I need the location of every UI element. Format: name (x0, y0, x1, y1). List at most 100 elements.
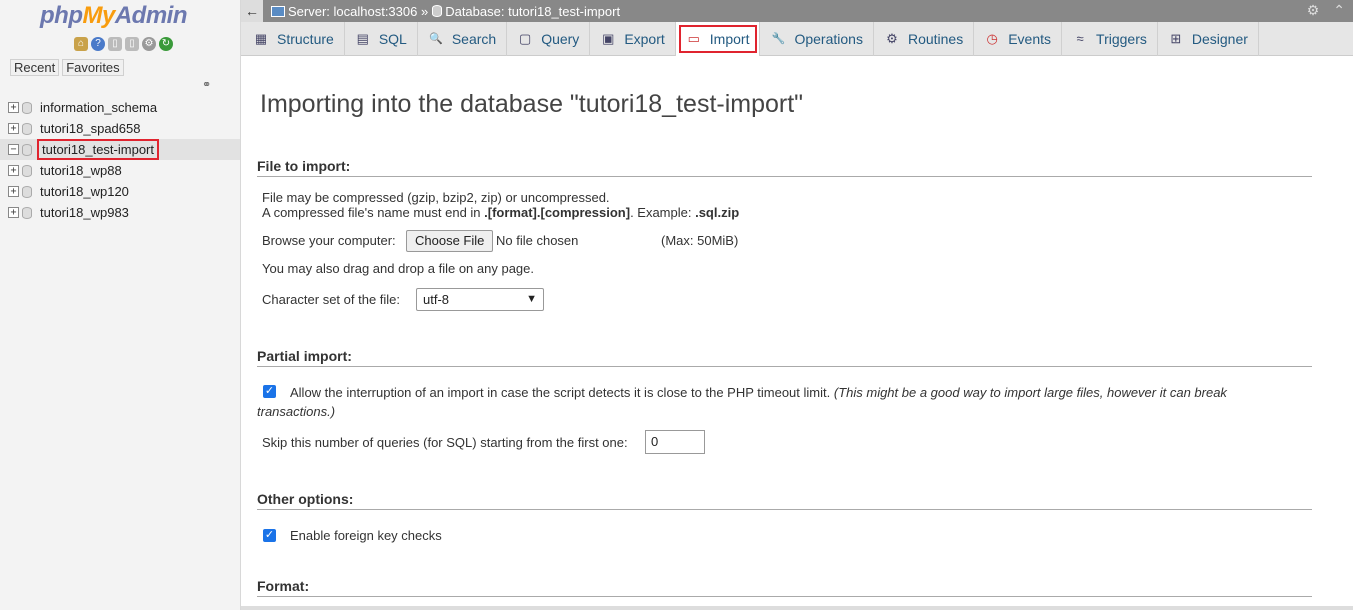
db-tree-item[interactable]: + tutori18_wp88 (8, 160, 240, 181)
clock-icon: ◷ (986, 31, 998, 46)
db-tree-label[interactable]: tutori18_spad658 (40, 121, 140, 136)
foreign-key-label: Enable foreign key checks (290, 528, 442, 543)
tab-operations[interactable]: 🔧 Operations (760, 22, 874, 56)
link-with-main-panel-icon[interactable]: ⚭ (202, 80, 216, 91)
database-icon (22, 122, 32, 135)
logout-icon[interactable]: ? (91, 37, 105, 51)
database-icon (22, 164, 32, 177)
chevron-down-icon: ▼ (526, 293, 537, 305)
tab-label: Export (624, 31, 665, 47)
page-title: Importing into the database "tutori18_te… (260, 90, 804, 118)
breadcrumb-server-label: Server: localhost:3306 » (288, 3, 429, 19)
settings-gear-icon[interactable]: ⚙ (142, 37, 156, 51)
collapse-up-icon[interactable]: ⌃ (1333, 2, 1345, 19)
database-tree: + information_schema + tutori18_spad658 … (0, 97, 240, 223)
max-size: (Max: 50MiB) (661, 233, 739, 248)
breadcrumb-database[interactable]: Database: tutori18_test-import (432, 4, 620, 19)
tab-label: Query (541, 31, 580, 47)
tab-label: Routines (907, 31, 964, 47)
db-tree-item[interactable]: + information_schema (8, 97, 240, 118)
format-heading: Format: (257, 578, 1312, 597)
search-icon: 🔍 (428, 33, 443, 45)
docs-icon[interactable]: ▯ (108, 37, 122, 51)
database-icon (22, 101, 32, 114)
expand-icon[interactable]: + (8, 102, 19, 113)
expand-icon[interactable]: + (8, 123, 19, 134)
wrench-icon: 🔧 (771, 33, 786, 45)
collapse-icon[interactable]: − (8, 144, 19, 155)
tab-label: Triggers (1096, 31, 1147, 47)
compress-info-line1: File may be compressed (gzip, bzip2, zip… (262, 190, 610, 205)
db-tree-label[interactable]: tutori18_wp88 (40, 163, 122, 178)
designer-icon: ⊞ (1170, 31, 1182, 46)
reload-icon[interactable]: ↻ (159, 37, 173, 51)
db-tree-label[interactable]: tutori18_wp120 (40, 184, 129, 199)
tab-structure[interactable]: ▦ Structure (243, 22, 345, 56)
routines-icon: ⚙ (886, 31, 898, 46)
recent-button[interactable]: Recent (10, 59, 60, 76)
logo-my: My (82, 2, 115, 29)
choose-file-button[interactable]: Choose File (406, 230, 494, 252)
phpmyadmin-logo[interactable]: phpMyAdmin (40, 2, 188, 30)
export-icon: ▣ (602, 31, 615, 46)
db-tree-item[interactable]: + tutori18_spad658 (8, 118, 240, 139)
sql-docs-icon[interactable]: ▯ (125, 37, 139, 51)
skip-queries-input[interactable]: 0 (645, 430, 705, 454)
import-icon: ▭ (687, 31, 700, 46)
tab-export[interactable]: ▣ Export (590, 22, 676, 56)
tab-events[interactable]: ◷ Events (974, 22, 1063, 56)
tab-routines[interactable]: ⚙ Routines (874, 22, 975, 56)
tab-designer[interactable]: ⊞ Designer (1158, 22, 1259, 56)
tab-sql[interactable]: ▤ SQL (345, 22, 418, 56)
tab-import[interactable]: ▭ Import (675, 22, 761, 56)
compress-example: .sql.zip (695, 205, 740, 220)
tab-triggers[interactable]: ≈ Triggers (1062, 22, 1158, 56)
sidebar-quick-icons: ⌂ ? ▯ ▯ ⚙ ↻ (74, 37, 173, 51)
recent-favorites-bar: Recent Favorites (10, 59, 124, 76)
expand-icon[interactable]: + (8, 207, 19, 218)
database-icon (22, 206, 32, 219)
logo-admin: Admin (114, 2, 188, 29)
tab-label: Operations (794, 31, 863, 47)
tab-query[interactable]: ▢ Query (507, 22, 591, 56)
allow-interrupt-checkbox[interactable]: ✓ (263, 385, 276, 398)
query-icon: ▢ (519, 31, 532, 46)
compress-info-line2: A compressed file's name must end in .[f… (262, 205, 739, 220)
drag-drop-hint: You may also drag and drop a file on any… (262, 261, 534, 276)
main-content: Importing into the database "tutori18_te… (241, 56, 1353, 610)
tab-search[interactable]: 🔍 Search (418, 22, 508, 56)
favorites-button[interactable]: Favorites (62, 59, 124, 76)
db-tree-label[interactable]: information_schema (40, 100, 157, 115)
compress-mid: . Example: (630, 205, 696, 220)
expand-icon[interactable]: + (8, 165, 19, 176)
sql-icon: ▤ (356, 31, 369, 46)
no-file-chosen: No file chosen (496, 233, 579, 248)
structure-icon: ▦ (254, 31, 268, 46)
db-tree-item-selected[interactable]: − tutori18_test-import (0, 139, 240, 160)
allow-interrupt-note: (This might be a good way to import larg… (833, 385, 1227, 400)
logo-php: php (40, 2, 83, 29)
charset-select[interactable]: utf-8 ▼ (416, 288, 544, 311)
database-icon (22, 185, 32, 198)
home-icon[interactable]: ⌂ (74, 37, 88, 51)
navigation-sidebar: phpMyAdmin ⌂ ? ▯ ▯ ⚙ ↻ Recent Favorites … (0, 0, 241, 610)
settings-gear-icon[interactable]: ⚙ (1307, 2, 1320, 19)
compress-format: .[format].[compression] (484, 205, 631, 220)
breadcrumb-database-label: Database: tutori18_test-import (445, 3, 621, 19)
tab-label: Import (709, 31, 750, 47)
compress-prefix: A compressed file's name must end in (262, 205, 485, 220)
db-tree-item[interactable]: + tutori18_wp120 (8, 181, 240, 202)
allow-interrupt-label: Allow the interruption of an import in c… (290, 385, 1290, 400)
charset-label: Character set of the file: (262, 292, 401, 307)
expand-icon[interactable]: + (8, 186, 19, 197)
foreign-key-checkbox[interactable]: ✓ (263, 529, 276, 542)
bottom-scroll-edge (241, 606, 1353, 610)
db-tree-label[interactable]: tutori18_test-import (37, 139, 159, 160)
tab-label: Designer (1191, 31, 1248, 47)
topbar-controls: ⚙ ⌃ (1307, 2, 1345, 19)
back-arrow-icon[interactable]: ← (241, 0, 263, 22)
breadcrumb-server[interactable]: Server: localhost:3306 » (271, 4, 428, 19)
allow-interrupt-note-cont: transactions.) (257, 404, 335, 419)
db-tree-label[interactable]: tutori18_wp983 (40, 205, 129, 220)
db-tree-item[interactable]: + tutori18_wp983 (8, 202, 240, 223)
